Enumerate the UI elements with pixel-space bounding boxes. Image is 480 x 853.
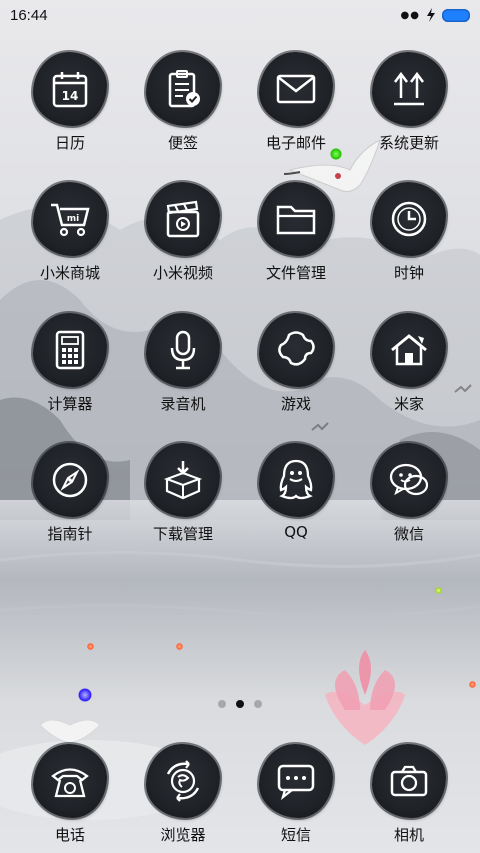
home-icon[interactable] — [372, 313, 446, 387]
mail-icon[interactable] — [259, 52, 333, 126]
compass-icon[interactable] — [33, 443, 107, 517]
svg-text:mi: mi — [67, 214, 79, 224]
app-calculator[interactable]: 计算器 — [14, 313, 126, 414]
app-update[interactable]: 系统更新 — [353, 52, 465, 153]
app-notes[interactable]: 便签 — [127, 52, 239, 153]
update-icon[interactable] — [372, 52, 446, 126]
app-label: 时钟 — [393, 264, 424, 282]
app-label: 文件管理 — [265, 264, 326, 282]
sparkle-lime — [435, 587, 442, 594]
page-dot[interactable] — [254, 700, 262, 708]
app-label: 便签 — [167, 134, 198, 152]
qq-penguin-icon[interactable] — [259, 443, 333, 517]
video-icon[interactable] — [146, 182, 220, 256]
app-label: 系统更新 — [378, 134, 439, 152]
wechat-icon[interactable] — [372, 443, 446, 517]
app-compass[interactable]: 指南针 — [14, 443, 126, 544]
status-time: 16:44 — [10, 6, 48, 24]
app-label: 日历 — [54, 134, 85, 152]
puzzle-icon[interactable] — [259, 313, 333, 387]
phone-icon[interactable] — [33, 744, 107, 818]
app-label: 录音机 — [160, 395, 206, 413]
app-label: 浏览器 — [160, 826, 206, 844]
app-label: 下载管理 — [152, 525, 213, 543]
download-box-icon[interactable] — [146, 443, 220, 517]
battery-icon — [442, 8, 470, 22]
app-label: 小米视频 — [152, 264, 213, 282]
shop-cart-icon[interactable]: mi — [33, 182, 107, 256]
app-folder[interactable]: 文件管理 — [240, 182, 352, 283]
app-mail[interactable]: 电子邮件 — [240, 52, 352, 153]
app-video[interactable]: 小米视频 — [127, 182, 239, 283]
app-message[interactable]: 短信 — [240, 744, 352, 845]
app-microphone[interactable]: 录音机 — [127, 313, 239, 414]
browser-icon[interactable] — [146, 744, 220, 818]
app-label: 小米商城 — [39, 264, 100, 282]
page-indicator[interactable] — [0, 700, 480, 708]
app-qq-penguin[interactable]: QQ — [240, 443, 352, 541]
app-home[interactable]: 米家 — [353, 313, 465, 414]
app-label: 计算器 — [47, 395, 93, 413]
page-dot[interactable] — [218, 700, 226, 708]
camera-icon[interactable] — [372, 744, 446, 818]
app-label: 微信 — [393, 525, 424, 543]
folder-icon[interactable] — [259, 182, 333, 256]
page-dot-current[interactable] — [236, 700, 244, 708]
app-shop-cart[interactable]: mi 小米商城 — [14, 182, 126, 283]
app-label: 电话 — [54, 826, 85, 844]
sparkle-orange — [469, 681, 476, 688]
status-bar: 16:44 ●● — [0, 0, 480, 30]
app-label: QQ — [284, 523, 308, 541]
message-icon[interactable] — [259, 744, 333, 818]
app-phone[interactable]: 电话 — [14, 744, 126, 845]
status-indicators: ●● — [401, 8, 470, 22]
app-camera[interactable]: 相机 — [353, 744, 465, 845]
svg-text:14: 14 — [62, 89, 79, 103]
app-label: 短信 — [280, 826, 311, 844]
app-calendar[interactable]: 14 日历 — [14, 52, 126, 153]
app-clock[interactable]: 时钟 — [353, 182, 465, 283]
app-label: 相机 — [393, 826, 424, 844]
clock-icon[interactable] — [372, 182, 446, 256]
sparkle-green — [330, 148, 342, 160]
app-label: 米家 — [393, 395, 424, 413]
signal-dots-icon: ●● — [400, 9, 420, 21]
microphone-icon[interactable] — [146, 313, 220, 387]
app-puzzle[interactable]: 游戏 — [240, 313, 352, 414]
charging-bolt-icon — [427, 8, 435, 22]
app-label: 游戏 — [280, 395, 311, 413]
calculator-icon[interactable] — [33, 313, 107, 387]
app-wechat[interactable]: 微信 — [353, 443, 465, 544]
notes-icon[interactable] — [146, 52, 220, 126]
sparkle-orange — [176, 643, 183, 650]
sparkle-orange — [87, 643, 94, 650]
app-label: 指南针 — [47, 525, 93, 543]
sparkle-blue — [78, 688, 92, 702]
app-download-box[interactable]: 下载管理 — [127, 443, 239, 544]
calendar-icon[interactable]: 14 — [33, 52, 107, 126]
app-browser[interactable]: 浏览器 — [127, 744, 239, 845]
